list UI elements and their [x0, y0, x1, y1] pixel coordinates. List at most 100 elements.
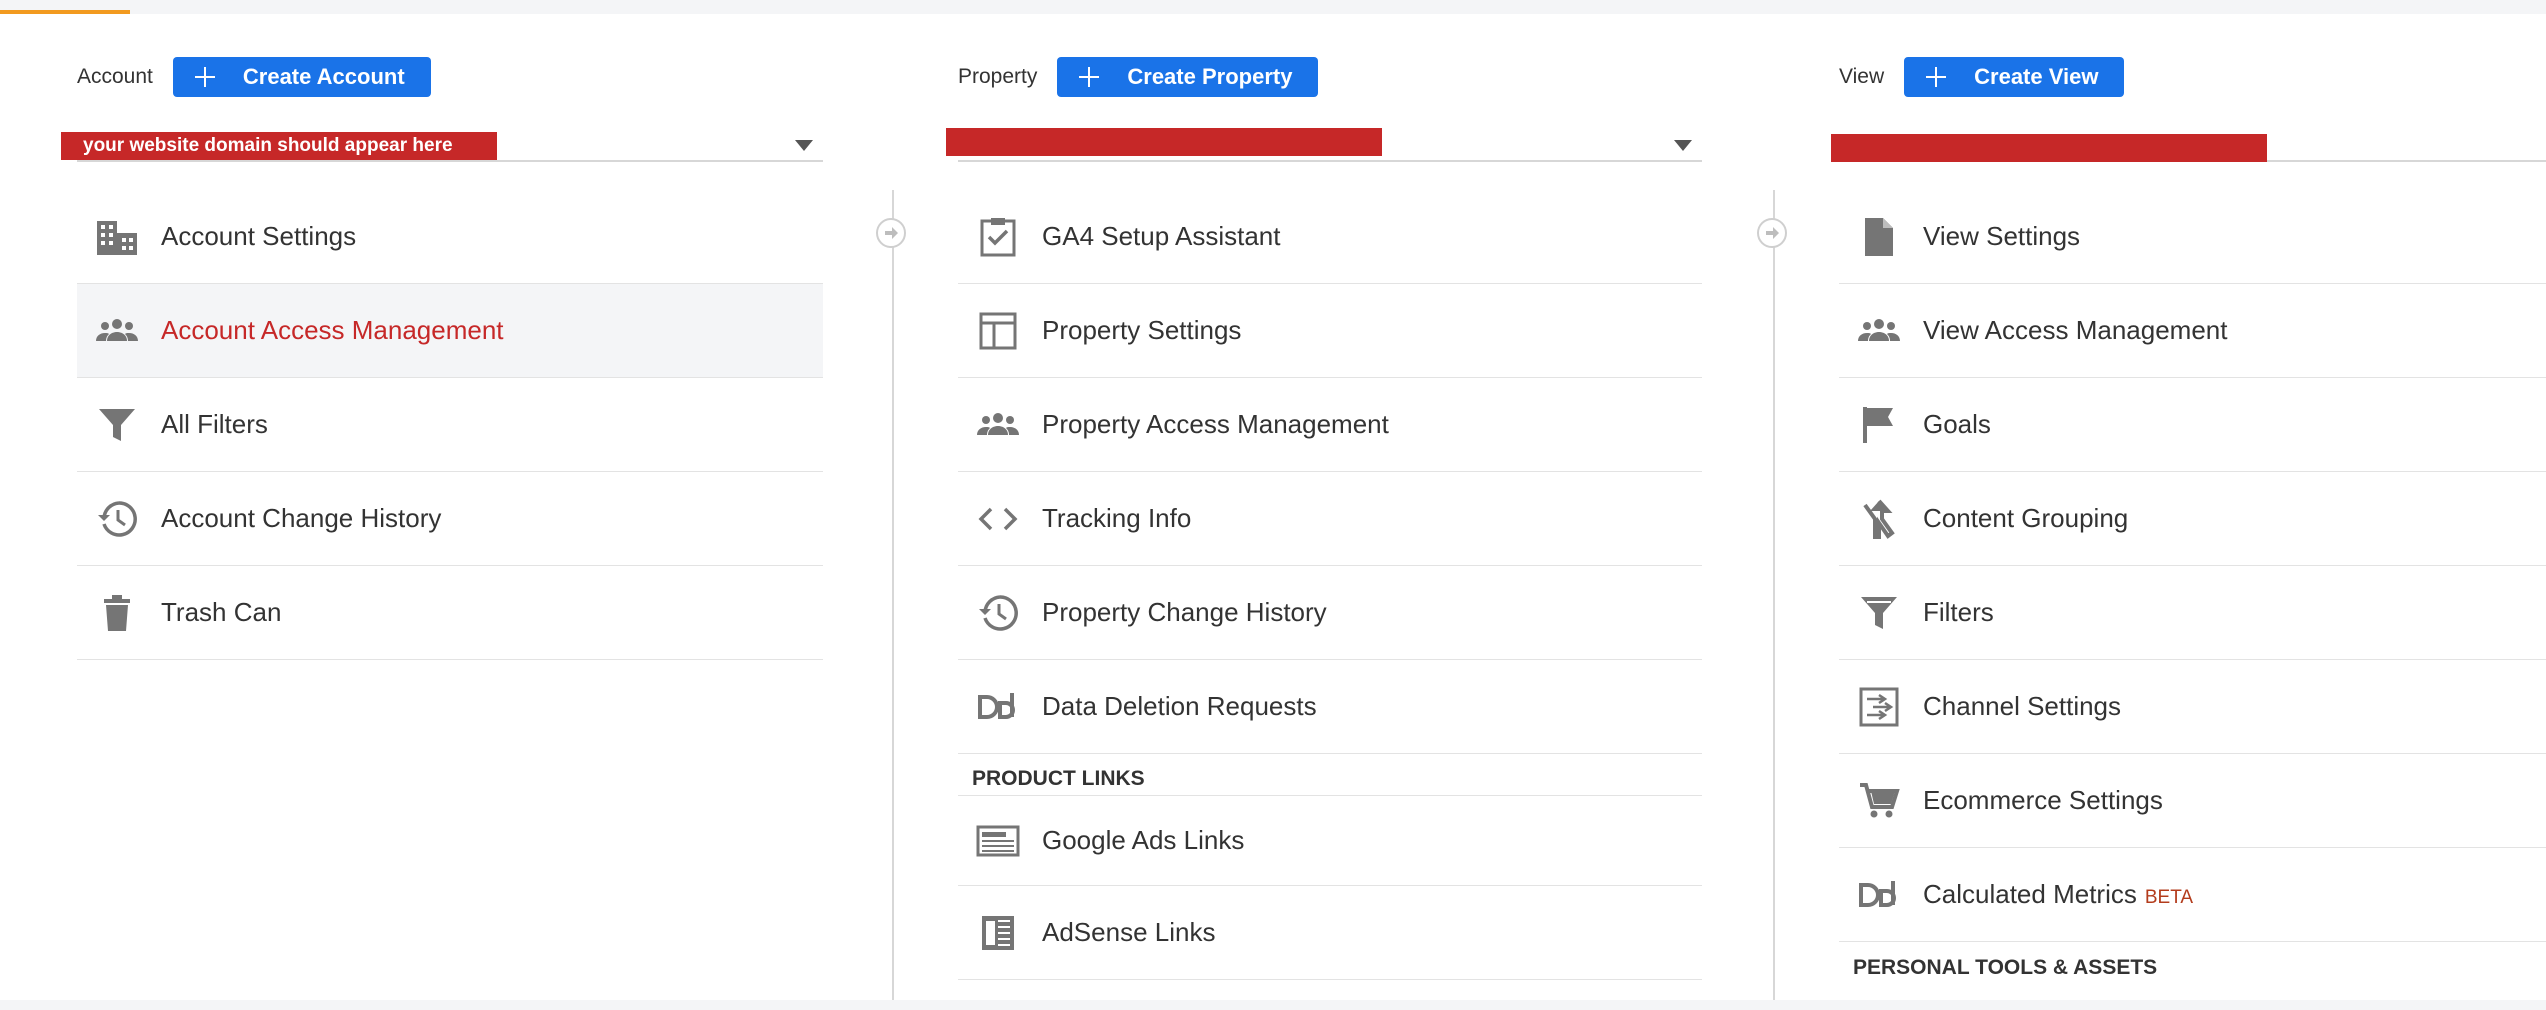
- menu-item-label: Ecommerce Settings: [1923, 785, 2163, 815]
- create-view-button[interactable]: Create View: [1904, 57, 2125, 97]
- menu-item-label: Property Access Management: [1042, 409, 1389, 439]
- property-selector[interactable]: [946, 114, 1702, 162]
- menu-item-trash-can[interactable]: Trash Can: [77, 566, 823, 660]
- menu-item-goals[interactable]: Goals: [1839, 378, 2546, 472]
- property-selector-value: [946, 128, 1382, 156]
- create-account-label: Create Account: [242, 64, 405, 89]
- menu-item-label: Channel Settings: [1923, 691, 2122, 721]
- section-title: PRODUCT LINKS: [972, 767, 1157, 791]
- account-selector[interactable]: your website domain should appear here: [61, 114, 823, 162]
- people-icon: [1853, 309, 1905, 353]
- property-label: Property: [958, 65, 1038, 88]
- account-selector-value: your website domain should appear here: [61, 132, 497, 160]
- menu-item-label: Account Access Management: [161, 315, 504, 345]
- dd-icon: [1853, 873, 1905, 917]
- view-selector-value: [1831, 134, 2267, 162]
- menu-item-property-change-history[interactable]: Property Change History: [958, 566, 1702, 660]
- menu-item-google-ads-links[interactable]: Google Ads Links: [958, 796, 1702, 886]
- menu-item-label: View Settings: [1923, 221, 2081, 251]
- dd-icon: [972, 685, 1024, 729]
- menu-item-label: Property Settings: [1042, 315, 1242, 345]
- menu-item-label: Property Change History: [1042, 597, 1327, 627]
- menu-item-account-change-history[interactable]: Account Change History: [77, 472, 823, 566]
- beta-badge: BETA: [2144, 887, 2194, 908]
- menu-item-tracking-info[interactable]: Tracking Info: [958, 472, 1702, 566]
- flag-icon: [1853, 403, 1905, 447]
- ads-icon: [972, 819, 1024, 863]
- property-column: Property Create Property GA4 Setup Assis…: [946, 14, 1702, 1000]
- plus-icon: [1926, 67, 1947, 87]
- create-property-button[interactable]: Create Property: [1057, 57, 1319, 97]
- history-icon: [972, 591, 1024, 635]
- account-menu: Account Settings Account Access Manageme…: [77, 190, 823, 660]
- create-property-label: Create Property: [1127, 64, 1293, 89]
- cart-icon: [1853, 779, 1905, 823]
- menu-item-calculated-metrics[interactable]: Calculated Metrics BETA: [1839, 848, 2546, 942]
- menu-item-label: Data Deletion Requests: [1042, 691, 1317, 721]
- history-icon: [91, 497, 143, 541]
- menu-item-label: Google Ads Links: [1042, 825, 1245, 855]
- menu-item-content-grouping[interactable]: Content Grouping: [1839, 472, 2546, 566]
- merge-icon: [1853, 497, 1905, 541]
- menu-item-ga4-setup-assistant[interactable]: GA4 Setup Assistant: [958, 190, 1702, 284]
- column-divider: [892, 190, 894, 1000]
- menu-item-label: Account Change History: [161, 503, 442, 533]
- column-divider: [1773, 190, 1775, 1000]
- code-icon: [972, 497, 1024, 541]
- plus-icon: [1079, 67, 1100, 87]
- menu-item-filters[interactable]: Filters: [1839, 566, 2546, 660]
- menu-item-label: Tracking Info: [1042, 503, 1192, 533]
- filter-icon: [91, 403, 143, 447]
- adsense-icon: [972, 911, 1024, 955]
- view-selector[interactable]: [1831, 114, 2546, 162]
- property-header: Property Create Property: [958, 57, 1319, 97]
- layout-icon: [972, 309, 1024, 353]
- menu-item-account-access-management[interactable]: Account Access Management: [77, 284, 823, 378]
- view-label: View: [1839, 65, 1885, 88]
- channel-icon: [1853, 685, 1905, 729]
- menu-item-property-settings[interactable]: Property Settings: [958, 284, 1702, 378]
- account-column: Account Create Account your website doma…: [61, 14, 823, 1000]
- menu-item-adsense-links[interactable]: AdSense Links: [958, 886, 1702, 980]
- menu-item-label: Goals: [1923, 409, 1991, 439]
- menu-item-account-settings[interactable]: Account Settings: [77, 190, 823, 284]
- view-menu: View Settings View Access Management Goa…: [1839, 190, 2546, 984]
- menu-item-label: GA4 Setup Assistant: [1042, 221, 1281, 251]
- menu-item-ecommerce-settings[interactable]: Ecommerce Settings: [1839, 754, 2546, 848]
- people-icon: [972, 403, 1024, 447]
- menu-item-label: Trash Can: [161, 597, 282, 627]
- filter-icon: [1853, 591, 1905, 635]
- calculated-metrics-text: Calculated Metrics: [1923, 879, 2137, 909]
- account-label: Account: [77, 65, 153, 88]
- menu-item-property-access-management[interactable]: Property Access Management: [958, 378, 1702, 472]
- menu-item-label: AdSense Links: [1042, 917, 1216, 947]
- section-title: PERSONAL TOOLS & ASSETS: [1853, 956, 2170, 980]
- bottom-bar: [0, 1000, 2546, 1010]
- menu-item-label: Calculated Metrics BETA: [1923, 879, 2193, 910]
- view-header: View Create View: [1839, 57, 2125, 97]
- admin-panel: Account Create Account your website doma…: [0, 14, 2546, 1000]
- building-icon: [91, 215, 143, 259]
- menu-item-channel-settings[interactable]: Channel Settings: [1839, 660, 2546, 754]
- trash-icon: [91, 591, 143, 635]
- menu-item-all-filters[interactable]: All Filters: [77, 378, 823, 472]
- dropdown-arrow-icon: [1674, 140, 1692, 151]
- property-menu: GA4 Setup Assistant Property Settings Pr…: [958, 190, 1702, 980]
- people-icon: [91, 309, 143, 353]
- menu-item-label: View Access Management: [1923, 315, 2228, 345]
- menu-item-data-deletion-requests[interactable]: Data Deletion Requests: [958, 660, 1702, 754]
- menu-item-label: Content Grouping: [1923, 503, 2129, 533]
- menu-item-label: Filters: [1923, 597, 1994, 627]
- plus-icon: [194, 67, 215, 87]
- clipboard-check-icon: [972, 215, 1024, 259]
- top-bar: [0, 0, 2546, 14]
- menu-item-label: All Filters: [161, 409, 268, 439]
- create-view-label: Create View: [1974, 64, 2099, 89]
- menu-item-view-access-management[interactable]: View Access Management: [1839, 284, 2546, 378]
- menu-item-view-settings[interactable]: View Settings: [1839, 190, 2546, 284]
- document-icon: [1853, 215, 1905, 259]
- menu-item-label: Account Settings: [161, 221, 357, 251]
- dropdown-arrow-icon: [795, 140, 813, 151]
- create-account-button[interactable]: Create Account: [172, 57, 431, 97]
- arrow-right-icon: [1757, 218, 1787, 248]
